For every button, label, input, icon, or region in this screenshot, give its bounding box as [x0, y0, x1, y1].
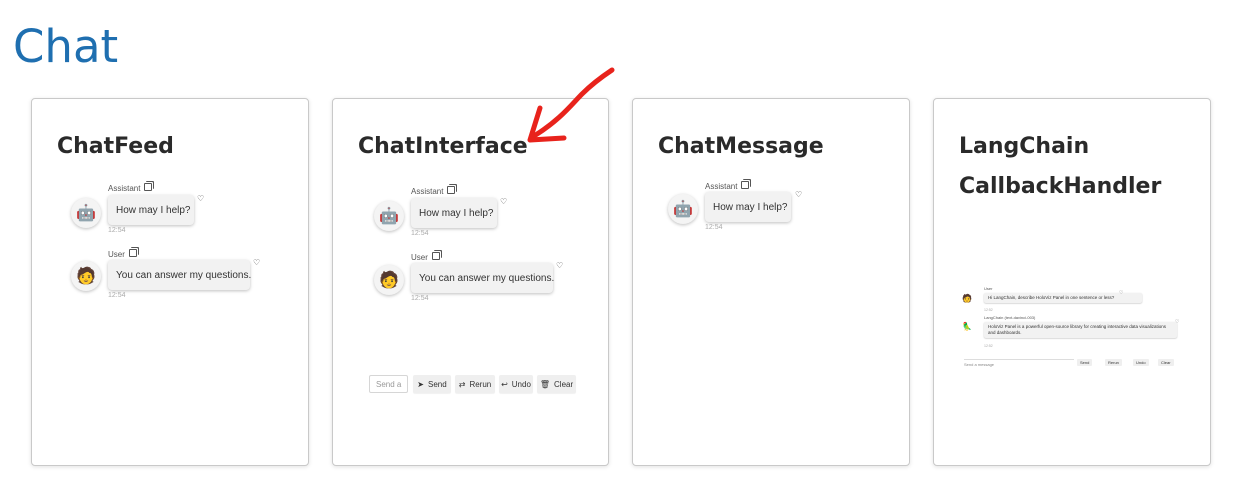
trash-icon: 🗑: [539, 379, 551, 389]
person-face-icon: 🧑: [962, 294, 972, 303]
author-label: Assistant: [411, 187, 444, 196]
undo-button[interactable]: ↩ Undo: [499, 375, 533, 393]
chat-preview-image: 🧑 User Hi LangChain, describe HoloViz Pa…: [959, 285, 1185, 373]
message-author: User: [984, 286, 993, 291]
rerun-label: Rerun: [469, 379, 492, 389]
rerun-icon: ⇄: [458, 379, 466, 389]
author-label: Assistant: [108, 184, 141, 193]
chat-input[interactable]: Send a: [369, 375, 408, 393]
heart-icon[interactable]: ♡: [197, 195, 204, 203]
person-face-icon: 🧑: [71, 261, 101, 291]
message-author: Assistant: [705, 181, 750, 191]
message-bubble: How may I help?: [411, 198, 497, 228]
robot-face-icon: 🤖: [71, 198, 101, 228]
message-author: Assistant: [411, 186, 456, 196]
message-author: User: [108, 249, 137, 259]
message-timestamp: 12:52: [984, 344, 993, 348]
undo-label: Undo: [511, 379, 531, 389]
clear-button[interactable]: 🗑 Clear: [537, 375, 576, 393]
copy-icon[interactable]: [447, 186, 456, 194]
heart-icon[interactable]: ♡: [253, 259, 260, 267]
heart-icon[interactable]: ♡: [500, 198, 507, 206]
card-title: ChatInterface: [358, 134, 528, 159]
heart-icon: ♡: [1175, 319, 1180, 325]
message-timestamp: 12:54: [411, 295, 429, 302]
message-author: LangChain (text-davinci-003): [984, 315, 1036, 320]
message-text: You can answer my questions.: [116, 269, 252, 281]
card-title-line1: LangChain: [959, 134, 1090, 159]
message-bubble: You can answer my questions.: [108, 260, 252, 290]
card-title-line2: CallbackHandler: [959, 174, 1162, 199]
message-timestamp: 12:54: [411, 230, 429, 237]
clear-label: Clear: [554, 379, 574, 389]
message-text: How may I help?: [419, 207, 494, 219]
copy-icon[interactable]: [431, 252, 440, 260]
red-arrow-annotation: [527, 67, 615, 143]
heart-icon[interactable]: ♡: [556, 262, 563, 270]
message-bubble: You can answer my questions.: [411, 263, 555, 293]
send-button[interactable]: ➤ Send: [413, 375, 451, 393]
card-chatinterface[interactable]: ChatInterface 🤖 Assistant How may I help…: [332, 98, 609, 466]
undo-button: Undo: [1133, 359, 1149, 366]
message-text: How may I help?: [713, 201, 788, 213]
message-bubble: How may I help?: [705, 192, 791, 222]
card-title: ChatFeed: [57, 134, 174, 159]
message-author: Assistant: [108, 183, 153, 193]
heart-icon[interactable]: ♡: [795, 191, 802, 199]
card-title: ChatMessage: [658, 134, 824, 159]
message-author: User: [411, 252, 440, 262]
message-timestamp: 12:54: [705, 224, 723, 231]
author-label: User: [411, 253, 428, 262]
parrot-icon: 🦜: [962, 322, 972, 331]
clear-button: Clear: [1158, 359, 1174, 366]
author-label: User: [108, 250, 125, 259]
card-chatfeed[interactable]: ChatFeed 🤖 Assistant How may I help? ♡ 1…: [31, 98, 309, 466]
message-text: How may I help?: [116, 204, 191, 216]
message-timestamp: 12:54: [108, 227, 126, 234]
card-chatmessage[interactable]: ChatMessage 🤖 Assistant How may I help? …: [632, 98, 910, 466]
rerun-button[interactable]: ⇄ Rerun: [455, 375, 495, 393]
message-timestamp: 12:52: [984, 308, 993, 312]
robot-face-icon: 🤖: [668, 194, 698, 224]
send-icon: ➤: [417, 379, 424, 389]
copy-icon[interactable]: [144, 183, 153, 191]
copy-icon[interactable]: [741, 181, 750, 189]
page-title: Chat: [13, 20, 119, 73]
card-langchain-callbackhandler[interactable]: LangChain CallbackHandler 🧑 User Hi Lang…: [933, 98, 1211, 466]
author-label: Assistant: [705, 182, 738, 191]
card-title: LangChain CallbackHandler: [959, 127, 1161, 207]
message-timestamp: 12:54: [108, 292, 126, 299]
copy-icon[interactable]: [128, 249, 137, 257]
robot-face-icon: 🤖: [374, 201, 404, 231]
person-face-icon: 🧑: [374, 265, 404, 295]
rerun-button: Rerun: [1105, 359, 1122, 366]
undo-icon: ↩: [501, 379, 508, 389]
send-label: Send: [428, 379, 447, 389]
heart-icon: ♡: [1119, 290, 1124, 296]
message-bubble: How may I help?: [108, 195, 194, 225]
message-text: You can answer my questions.: [419, 272, 555, 284]
send-button: Send: [1077, 359, 1093, 366]
message-bubble: HoloViz Panel is a powerful open-source …: [984, 322, 1177, 338]
message-input: Send a message: [964, 359, 1074, 367]
